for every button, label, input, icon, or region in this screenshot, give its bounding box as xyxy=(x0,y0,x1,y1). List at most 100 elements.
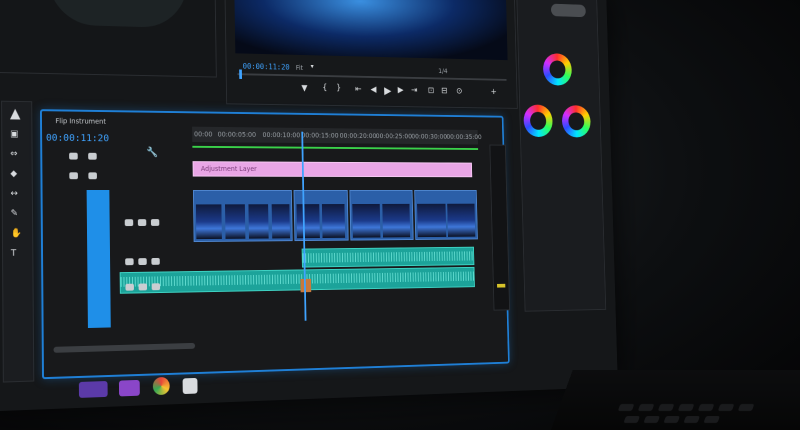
toggle-output-icon[interactable] xyxy=(88,172,97,179)
ripple-edit-icon[interactable]: ⇔ xyxy=(10,149,17,159)
type-tool-icon[interactable]: T xyxy=(11,249,16,259)
ruler-tick: 00:00:20:00 xyxy=(340,132,377,140)
go-to-out-icon[interactable]: ⇥ xyxy=(411,86,418,95)
resolution-select[interactable]: 1/4 xyxy=(438,68,448,75)
program-scrubber[interactable] xyxy=(237,73,506,81)
mute-icon[interactable] xyxy=(125,219,134,226)
track-target-button[interactable] xyxy=(87,190,111,328)
app-icon[interactable] xyxy=(79,381,108,398)
step-forward-icon[interactable]: ▶ xyxy=(398,86,404,95)
clip-thumbnail xyxy=(417,204,446,237)
video-clip[interactable] xyxy=(193,190,293,242)
pen-tool-icon[interactable]: ✎ xyxy=(11,209,18,219)
time-ruler[interactable]: 00:00 00:00:05:00 00:00:10:00 00:00:15:0… xyxy=(192,127,478,145)
keyboard-key xyxy=(678,404,695,411)
insert-icon[interactable]: ⊡ xyxy=(428,86,434,95)
timeline-timecode[interactable]: 00:00:11:20 xyxy=(46,133,109,144)
color-wheel-icon[interactable] xyxy=(562,105,591,137)
keyboard-key xyxy=(718,404,735,411)
go-to-in-icon[interactable]: ⇤ xyxy=(355,85,362,94)
keyboard-key xyxy=(683,416,700,423)
keyboard xyxy=(547,370,800,430)
video-track xyxy=(193,190,476,248)
solo-icon[interactable] xyxy=(138,219,146,226)
ruler-tick: 00:00:30:00 xyxy=(411,133,447,141)
selection-tool-icon[interactable]: ▲ xyxy=(10,106,21,122)
keyboard-key xyxy=(698,404,715,411)
audio-clip[interactable] xyxy=(302,247,475,268)
toggle-output-icon[interactable] xyxy=(88,153,97,160)
wrench-icon[interactable]: 🔧 xyxy=(146,147,158,158)
program-timecode: 00:00:11:20 xyxy=(243,62,290,72)
source-panel xyxy=(0,0,217,78)
mute-icon[interactable] xyxy=(125,258,134,265)
sequence-tab[interactable]: Flip Instrument xyxy=(55,117,106,125)
slip-tool-icon[interactable]: ↔ xyxy=(10,189,17,199)
video-clip[interactable] xyxy=(414,190,478,240)
mic-icon[interactable] xyxy=(151,258,159,265)
tools-panel: ▲ ▣ ⇔ ◆ ↔ ✎ ✋ T xyxy=(1,101,34,383)
clip-thumbnail xyxy=(322,204,345,238)
title-clip[interactable]: Adjustment Layer xyxy=(193,161,473,177)
in-point-icon[interactable]: { xyxy=(322,83,327,92)
export-frame-icon[interactable]: ⊙ xyxy=(456,87,462,96)
lock-track-icon[interactable] xyxy=(69,172,78,179)
keyboard-key xyxy=(623,416,640,423)
monitor-screen: 00:00:11:20 Fit ▾ 1/4 ▼ { } ⇤ ◀ ▶ ▶ ⇥ ⊡ … xyxy=(0,0,618,412)
timeline-scrollbar[interactable] xyxy=(53,343,195,353)
title-clip-label: Adjustment Layer xyxy=(201,165,257,173)
ruler-tick: 00:00:05:00 xyxy=(218,131,256,139)
timeline-panel: Flip Instrument 00:00:11:20 🔧 00:00 00:0… xyxy=(40,109,510,379)
clip-thumbnail xyxy=(272,204,290,238)
audio-track xyxy=(194,247,473,269)
razor-tool-icon[interactable]: ◆ xyxy=(10,169,17,179)
lock-track-icon[interactable] xyxy=(69,153,78,160)
ruler-tick: 00:00:15:00 xyxy=(301,132,338,140)
work-area-bar[interactable] xyxy=(192,146,478,150)
keyboard-key xyxy=(738,404,755,411)
program-monitor: 00:00:11:20 Fit ▾ 1/4 ▼ { } ⇤ ◀ ▶ ▶ ⇥ ⊡ … xyxy=(224,0,517,109)
video-clip[interactable] xyxy=(349,190,413,241)
track-select-icon[interactable]: ▣ xyxy=(10,130,18,140)
overwrite-icon[interactable]: ⊟ xyxy=(441,87,447,96)
solo-icon[interactable] xyxy=(139,283,147,290)
mute-icon[interactable] xyxy=(125,284,134,291)
settings-plus-icon[interactable]: + xyxy=(490,88,496,97)
out-point-icon[interactable]: } xyxy=(336,84,341,93)
solo-icon[interactable] xyxy=(138,258,146,265)
mic-icon[interactable] xyxy=(151,219,159,226)
keyboard-key xyxy=(643,416,660,423)
program-playhead[interactable] xyxy=(239,69,242,79)
keyboard-key xyxy=(658,404,675,411)
audio-clip[interactable] xyxy=(120,267,475,294)
hand-tool-icon[interactable]: ✋ xyxy=(11,229,22,239)
zoom-select[interactable]: Fit xyxy=(296,64,303,72)
clip-thumbnail xyxy=(447,204,475,237)
browser-icon[interactable] xyxy=(153,377,170,395)
step-back-icon[interactable]: ◀ xyxy=(370,85,376,94)
color-wheel-icon[interactable] xyxy=(523,104,553,137)
track-targeting-column xyxy=(81,161,109,338)
ruler-tick: 00:00:25:00 xyxy=(376,132,412,140)
clip-thumbnail xyxy=(382,204,410,238)
clip-thumbnail xyxy=(225,204,245,239)
play-icon[interactable]: ▶ xyxy=(384,85,391,97)
marker-icon[interactable]: ▼ xyxy=(301,84,307,93)
photo-scene: 00:00:11:20 Fit ▾ 1/4 ▼ { } ⇤ ◀ ▶ ▶ ⇥ ⊡ … xyxy=(0,0,800,430)
clip-thumbnail xyxy=(248,204,268,238)
lumetri-color-panel xyxy=(516,0,606,312)
program-video-frame xyxy=(234,0,507,60)
app-icon[interactable] xyxy=(183,378,198,394)
meter-level xyxy=(497,284,505,288)
ruler-tick: 00:00:35:00 xyxy=(446,133,481,141)
source-viewer xyxy=(48,0,188,28)
keyboard-key xyxy=(703,416,720,423)
audio-meters xyxy=(489,145,510,311)
chevron-down-icon[interactable]: ▾ xyxy=(311,63,314,71)
app-icon[interactable] xyxy=(119,380,140,397)
taskbar xyxy=(69,372,256,402)
mic-icon[interactable] xyxy=(152,283,160,290)
color-wheel-icon[interactable] xyxy=(543,53,572,86)
panel-toggle-button[interactable] xyxy=(551,4,586,18)
clip-thumbnail xyxy=(352,204,380,238)
